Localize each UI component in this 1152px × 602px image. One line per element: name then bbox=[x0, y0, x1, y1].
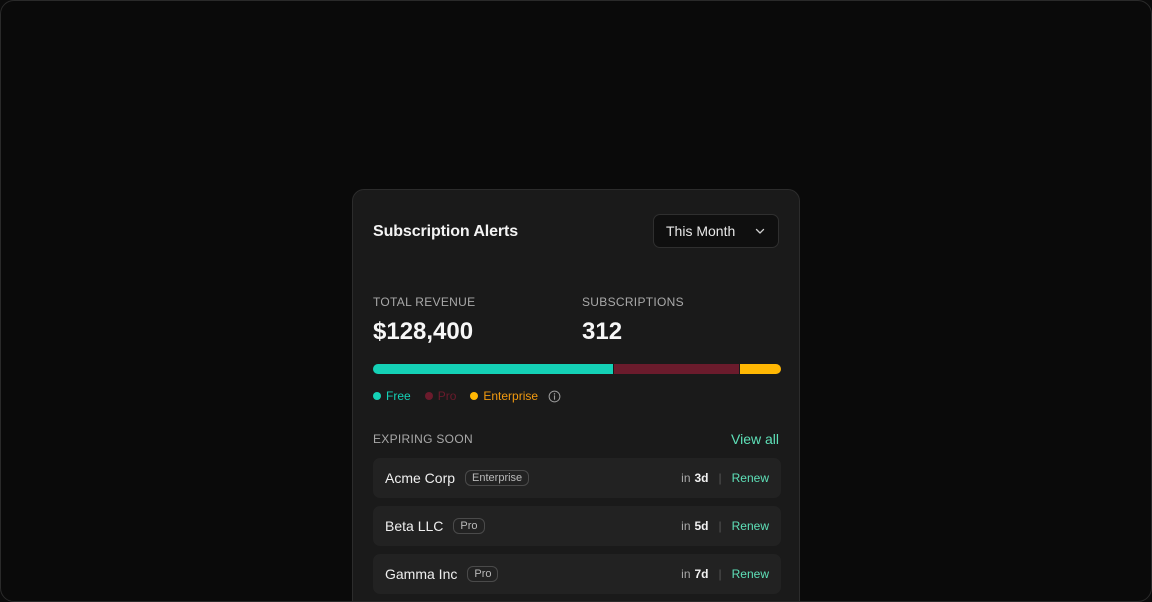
subscription-alerts-card: Subscription Alerts This Month TOTAL REV… bbox=[352, 189, 800, 601]
plan-legend: Free Pro Enterprise bbox=[373, 389, 561, 403]
divider: | bbox=[718, 519, 722, 533]
expiry-days: 5d bbox=[694, 519, 709, 533]
plan-distribution-bar bbox=[373, 364, 781, 374]
subscriptions-caption: SUBSCRIPTIONS bbox=[582, 295, 684, 309]
expiry-prefix: in bbox=[681, 567, 691, 581]
info-icon[interactable] bbox=[548, 390, 561, 403]
customer-name: Beta LLC bbox=[385, 518, 444, 534]
customer-name: Acme Corp bbox=[385, 470, 456, 486]
expiry-days: 7d bbox=[694, 567, 709, 581]
renew-button[interactable]: Renew bbox=[732, 567, 769, 581]
revenue-stat: TOTAL REVENUE $128,400 bbox=[373, 295, 475, 346]
period-dropdown[interactable]: This Month bbox=[653, 214, 779, 248]
plan-badge: Pro bbox=[467, 566, 499, 582]
expiry-info: in 5d | Renew bbox=[681, 519, 769, 533]
expiring-caption: EXPIRING SOON bbox=[373, 432, 473, 446]
expiry-info: in 3d | Renew bbox=[681, 471, 769, 485]
expiring-row: Beta LLC Pro in 5d | Renew bbox=[373, 506, 781, 546]
plan-segment-pro bbox=[612, 364, 740, 374]
renew-button[interactable]: Renew bbox=[732, 471, 769, 485]
divider: | bbox=[718, 471, 722, 485]
legend-item-pro: Pro bbox=[424, 389, 457, 403]
renew-button[interactable]: Renew bbox=[732, 519, 769, 533]
expiry-prefix: in bbox=[681, 471, 691, 485]
revenue-caption: TOTAL REVENUE bbox=[373, 295, 476, 309]
legend-label-pro: Pro bbox=[437, 389, 457, 403]
plan-badge: Pro bbox=[453, 518, 485, 534]
expiry-days: 3d bbox=[694, 471, 709, 485]
view-all-link[interactable]: View all bbox=[731, 431, 779, 447]
app-frame: Subscription Alerts This Month TOTAL REV… bbox=[0, 0, 1152, 602]
chevron-down-icon bbox=[755, 228, 765, 234]
subscriptions-value: 312 bbox=[582, 318, 623, 345]
plan-segment-enterprise bbox=[739, 364, 781, 374]
subscriptions-stat: SUBSCRIPTIONS 312 bbox=[582, 295, 684, 346]
legend-item-enterprise: Enterprise bbox=[470, 389, 538, 403]
legend-label-enterprise: Enterprise bbox=[483, 389, 539, 403]
plan-segment-free bbox=[373, 364, 613, 374]
revenue-value: $128,400 bbox=[373, 318, 474, 345]
expiring-row: Gamma Inc Pro in 7d | Renew bbox=[373, 554, 781, 594]
card-title: Subscription Alerts bbox=[373, 223, 519, 240]
divider: | bbox=[718, 567, 722, 581]
legend-dot-pro bbox=[424, 392, 433, 400]
legend-item-free: Free bbox=[373, 389, 411, 403]
legend-dot-free bbox=[373, 392, 381, 400]
customer-name: Gamma Inc bbox=[385, 566, 458, 582]
legend-label-free: Free bbox=[386, 389, 411, 403]
expiring-row: Acme Corp Enterprise in 3d | Renew bbox=[373, 458, 781, 498]
legend-dot-enterprise bbox=[470, 392, 479, 400]
expiry-prefix: in bbox=[681, 519, 691, 533]
plan-badge: Enterprise bbox=[465, 470, 530, 486]
period-dropdown-value: This Month bbox=[666, 223, 736, 239]
expiry-info: in 7d | Renew bbox=[681, 567, 769, 581]
